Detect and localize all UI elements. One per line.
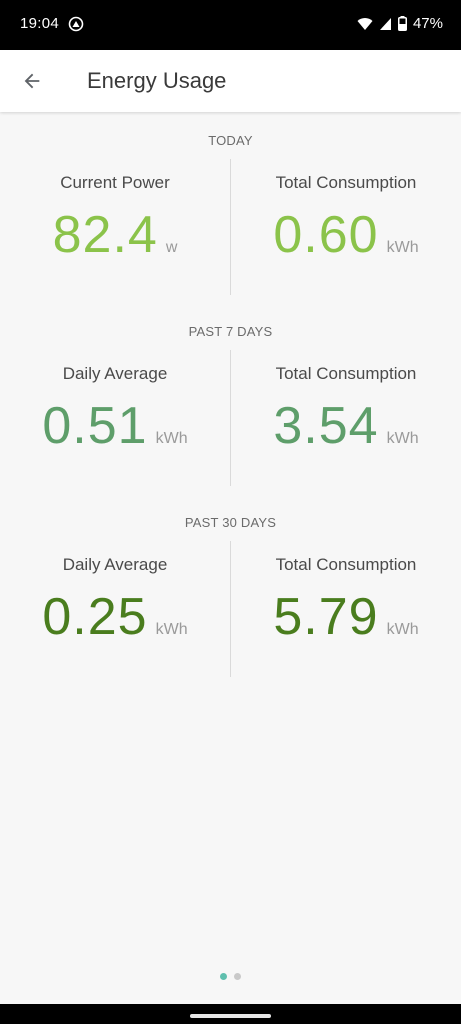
metric-value: 5.79: [273, 588, 379, 646]
metric-value: 3.54: [273, 397, 379, 455]
metric-label: Total Consumption: [275, 555, 417, 574]
arrow-left-icon: [24, 73, 40, 89]
metric-unit: kWh: [386, 621, 419, 638]
app-bar: Energy Usage: [0, 50, 461, 112]
metric-unit: kWh: [155, 621, 188, 638]
metric-label: Daily Average: [62, 364, 168, 383]
metric-label: Current Power: [60, 173, 170, 192]
battery-icon: [397, 16, 407, 31]
app-notification-icon: [68, 16, 84, 32]
metric-unit: kWh: [155, 430, 188, 447]
metric-value: 0.25: [42, 588, 148, 646]
metric-label: Total Consumption: [275, 364, 417, 383]
metric-unit: kWh: [386, 239, 419, 256]
metric-label: Daily Average: [62, 555, 168, 574]
section-header: PAST 7 DAYS: [188, 324, 273, 339]
metric-total-consumption: Total Consumption 3.54 kWh: [231, 364, 461, 464]
metric-current-power: Current Power 82.4 w: [0, 173, 230, 273]
metric-total-consumption: Total Consumption 0.60 kWh: [231, 173, 461, 273]
gesture-handle[interactable]: [190, 1014, 271, 1018]
section-header: PAST 30 DAYS: [184, 515, 277, 530]
signal-icon: [379, 17, 391, 30]
navigation-bar: [0, 1004, 461, 1024]
metric-daily-average: Daily Average 0.25 kWh: [0, 555, 230, 655]
metric-daily-average: Daily Average 0.51 kWh: [0, 364, 230, 464]
metric-value: 82.4: [52, 206, 158, 264]
page-dot[interactable]: [220, 973, 227, 980]
metric-value: 0.51: [42, 397, 148, 455]
page-title: Energy Usage: [87, 68, 227, 93]
status-bar: 19:04 47%: [0, 0, 461, 50]
section-header: TODAY: [208, 133, 253, 148]
page-indicator: [0, 973, 461, 980]
back-button[interactable]: [14, 63, 50, 99]
metric-value: 0.60: [273, 206, 379, 264]
battery-percentage: 47%: [412, 15, 443, 32]
metric-unit: w: [165, 239, 178, 256]
status-icons: 47%: [357, 15, 443, 32]
status-time: 19:04: [20, 15, 60, 32]
metric-label: Total Consumption: [275, 173, 417, 192]
wifi-icon: [357, 17, 373, 30]
metric-unit: kWh: [386, 430, 419, 447]
metric-total-consumption: Total Consumption 5.79 kWh: [231, 555, 461, 655]
page-dot[interactable]: [234, 973, 241, 980]
